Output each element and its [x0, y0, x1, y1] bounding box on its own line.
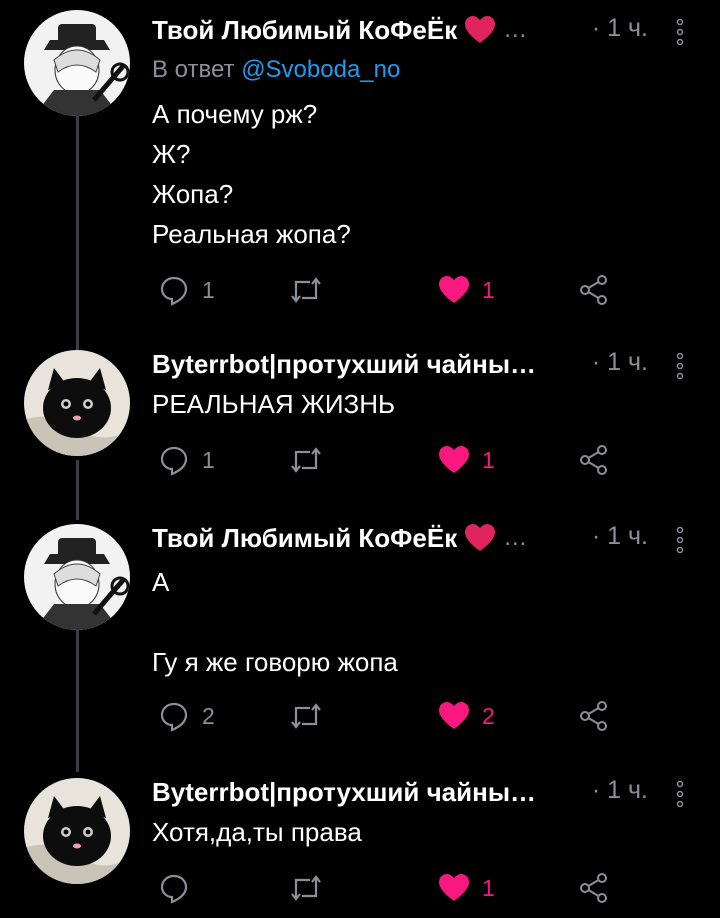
like-count: 1: [482, 874, 495, 901]
thread-line: [76, 626, 79, 772]
heart-icon: [439, 874, 469, 901]
reply-icon: [160, 446, 188, 476]
reply-button[interactable]: [158, 870, 202, 906]
reply-button[interactable]: 1: [158, 272, 215, 308]
timestamp[interactable]: · 1 ч.: [592, 522, 648, 551]
tweet-text: РЕАЛЬНАЯ ЖИЗНЬ: [152, 389, 396, 419]
share-icon: [580, 701, 607, 731]
retweet-button[interactable]: [288, 272, 336, 308]
like-button[interactable]: 1: [438, 272, 495, 308]
more-icon[interactable]: [676, 18, 684, 46]
more-icon[interactable]: [676, 780, 684, 808]
tweet-text: А почему рж? Ж? Жопа? Реальная жопа?: [152, 99, 351, 249]
red-heart-emoji-icon: [465, 16, 496, 43]
share-icon: [580, 275, 607, 305]
share-icon: [580, 445, 607, 475]
retweet-button[interactable]: [288, 870, 336, 906]
like-button[interactable]: 1: [438, 870, 495, 906]
share-button[interactable]: [578, 272, 610, 308]
author-name[interactable]: Byterrbot|протухший чайны…: [152, 349, 536, 380]
avatar[interactable]: [24, 350, 130, 456]
retweet-icon: [291, 277, 321, 303]
reply-count: 1: [202, 446, 215, 473]
author-name[interactable]: Byterrbot|протухший чайны…: [152, 777, 536, 808]
more-icon[interactable]: [676, 352, 684, 380]
reply-count: 1: [202, 276, 215, 303]
share-button[interactable]: [578, 870, 610, 906]
retweet-button[interactable]: [288, 698, 336, 734]
like-button[interactable]: 2: [438, 698, 495, 734]
retweet-button[interactable]: [288, 442, 336, 478]
reply-button[interactable]: 1: [158, 442, 215, 478]
avatar[interactable]: [24, 778, 130, 884]
like-count: 1: [482, 446, 495, 473]
like-count: 2: [482, 702, 495, 729]
author-name[interactable]: Твой Любимый КоФеЁк: [152, 15, 457, 46]
reply-icon: [160, 276, 188, 306]
avatar[interactable]: [24, 524, 130, 630]
action-bar: 1 1: [152, 272, 632, 308]
retweet-icon: [291, 875, 321, 901]
reply-button[interactable]: 2: [158, 698, 215, 734]
heart-icon: [439, 702, 469, 729]
thread-line: [76, 460, 79, 520]
heart-icon: [439, 446, 469, 473]
reply-icon: [160, 702, 188, 732]
share-icon: [580, 873, 607, 903]
reply-count: 2: [202, 702, 215, 729]
retweet-icon: [291, 447, 321, 473]
reply-prefix: В ответ: [152, 56, 235, 83]
avatar[interactable]: [24, 10, 130, 116]
timestamp[interactable]: · 1 ч.: [592, 348, 648, 377]
thread-line: [76, 116, 79, 354]
like-count: 1: [482, 276, 495, 303]
reply-icon: [160, 874, 188, 904]
tweet-text: А Гу я же говорю жопа: [152, 567, 398, 677]
reply-to-line: В ответ @Svoboda_no: [152, 56, 400, 84]
tweet-text: Хотя,да,ты права: [152, 817, 362, 847]
red-heart-emoji-icon: [465, 524, 496, 551]
name-ellipsis: …: [503, 16, 528, 43]
timestamp[interactable]: · 1 ч.: [592, 776, 648, 805]
share-button[interactable]: [578, 698, 610, 734]
more-icon[interactable]: [676, 526, 684, 554]
action-bar: 1: [152, 870, 632, 906]
like-button[interactable]: 1: [438, 442, 495, 478]
share-button[interactable]: [578, 442, 610, 478]
reply-handle-link[interactable]: @Svoboda_no: [241, 56, 400, 83]
retweet-icon: [291, 703, 321, 729]
action-bar: 2 2: [152, 698, 632, 734]
name-ellipsis: …: [503, 524, 528, 551]
action-bar: 1 1: [152, 442, 632, 478]
timestamp[interactable]: · 1 ч.: [592, 14, 648, 43]
author-name[interactable]: Твой Любимый КоФеЁк: [152, 523, 457, 554]
heart-icon: [439, 276, 469, 303]
